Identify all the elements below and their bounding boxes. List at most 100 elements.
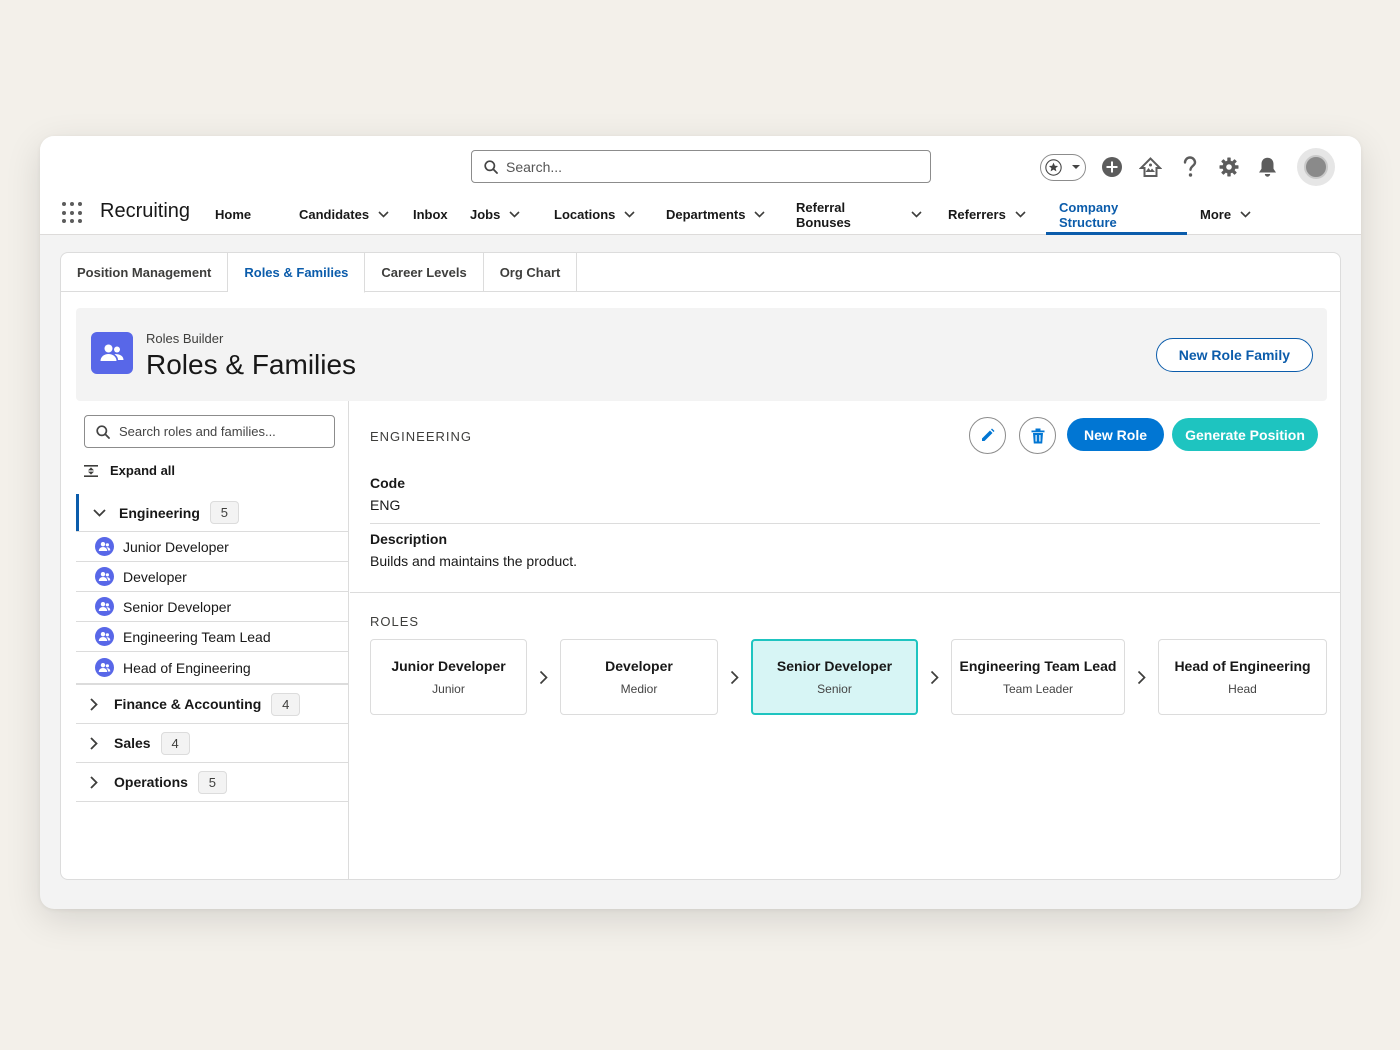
tab-org-chart[interactable]: Org Chart — [484, 253, 578, 292]
role-item-label: Engineering Team Lead — [123, 628, 271, 645]
chevron-down-icon[interactable] — [1240, 211, 1251, 218]
role-item-junior-developer[interactable]: Junior Developer — [76, 532, 349, 562]
chevron-down-icon[interactable] — [624, 211, 635, 218]
page-title: Roles & Families — [146, 349, 357, 380]
trailhead-icon[interactable] — [1137, 154, 1164, 181]
favorites-group[interactable] — [1040, 153, 1086, 181]
nav-item-more[interactable]: More — [1187, 194, 1263, 235]
families-search[interactable] — [84, 415, 335, 448]
star-icon[interactable] — [1045, 158, 1062, 176]
nav-item-departments[interactable]: Departments — [653, 194, 783, 235]
nav-item-company-structure[interactable]: Company Structure — [1046, 194, 1187, 235]
person-icon — [95, 627, 114, 646]
nav-item-candidates[interactable]: Candidates — [286, 194, 400, 235]
chevron-right-icon[interactable] — [79, 697, 109, 711]
chevron-down-icon[interactable] — [911, 211, 922, 218]
role-item-label: Senior Developer — [123, 598, 232, 615]
nav-item-locations[interactable]: Locations — [541, 194, 653, 235]
chevron-down-icon[interactable] — [378, 211, 389, 218]
expand-all-label: Expand all — [110, 463, 176, 478]
page-header: Roles Builder Roles & Families New Role … — [76, 308, 1327, 401]
description-label: Description — [370, 531, 448, 547]
bell-icon[interactable] — [1254, 154, 1281, 181]
nav-item-label: Company Structure — [1059, 199, 1119, 230]
help-icon[interactable] — [1176, 154, 1203, 181]
role-card-title: Head of Engineering — [1174, 658, 1311, 674]
role-card-level: Medior — [620, 682, 658, 696]
nav-item-jobs[interactable]: Jobs — [457, 194, 541, 235]
role-item-developer[interactable]: Developer — [76, 562, 349, 592]
role-card-level: Team Leader — [1002, 682, 1074, 696]
expand-all-button[interactable]: Expand all — [84, 463, 175, 478]
nav-item-label: Candidates — [299, 207, 370, 222]
nav-item-label: Departments — [666, 207, 746, 222]
global-search-input[interactable] — [506, 158, 906, 175]
app-launcher-icon[interactable] — [62, 202, 84, 224]
role-item-engineering-team-lead[interactable]: Engineering Team Lead — [76, 622, 349, 652]
role-card-junior-developer[interactable]: Junior Developer Junior — [370, 639, 527, 715]
header-icons — [1040, 148, 1335, 186]
family-count-badge: 4 — [271, 692, 301, 716]
tab-career-levels[interactable]: Career Levels — [365, 253, 484, 292]
generate-position-button[interactable]: Generate Position — [1172, 418, 1318, 451]
chevron-down-icon[interactable] — [1071, 162, 1081, 172]
tab-roles-and-families[interactable]: Roles & Families — [228, 253, 366, 293]
family-sales[interactable]: Sales 4 — [76, 724, 349, 763]
app-nav: Home Candidates Inbox Jobs Locations Departme… — [202, 194, 1263, 235]
role-item-label: Developer — [123, 568, 187, 585]
role-card-title: Senior Developer — [776, 658, 893, 674]
chevron-right-icon[interactable] — [79, 775, 109, 789]
roles-heading: ROLES — [370, 614, 420, 629]
global-search[interactable] — [471, 150, 931, 183]
role-card-engineering-team-lead[interactable]: Engineering Team Lead Team Leader — [951, 639, 1125, 715]
chevron-right-icon[interactable] — [79, 736, 109, 750]
family-name: Finance & Accounting — [114, 696, 262, 712]
chevron-down-icon[interactable] — [1015, 211, 1026, 218]
nav-item-home[interactable]: Home — [202, 194, 286, 235]
description-value: Builds and maintains the product. — [370, 553, 578, 569]
chevron-down-icon[interactable] — [509, 211, 520, 218]
role-card-senior-developer[interactable]: Senior Developer Senior — [751, 639, 918, 715]
nav-item-inbox[interactable]: Inbox — [400, 194, 457, 235]
family-engineering[interactable]: Engineering 5 — [76, 494, 349, 532]
search-icon — [484, 159, 498, 174]
global-header: Recruiting Home Candidates Inbox Jobs Locati… — [40, 136, 1361, 235]
app-name: Recruiting — [100, 200, 191, 222]
pencil-icon — [980, 428, 995, 443]
family-count-badge: 5 — [209, 501, 239, 524]
role-card-head-of-engineering[interactable]: Head of Engineering Head — [1158, 639, 1327, 715]
trash-icon — [1031, 428, 1045, 444]
family-name: Sales — [114, 735, 151, 751]
family-tree: Engineering 5 Junior Developer Developer Sen… — [76, 494, 349, 802]
nav-item-referral-bonuses[interactable]: Referral Bonuses — [783, 194, 935, 235]
nav-item-label: Locations — [554, 207, 616, 222]
avatar[interactable] — [1297, 148, 1335, 186]
families-search-input[interactable] — [119, 424, 329, 439]
edit-family-button[interactable] — [969, 417, 1006, 454]
family-name: Operations — [114, 774, 188, 790]
family-count-badge: 4 — [160, 731, 190, 755]
role-item-senior-developer[interactable]: Senior Developer — [76, 592, 349, 622]
nav-item-label: Inbox — [413, 207, 448, 222]
new-role-button[interactable]: New Role — [1067, 418, 1164, 451]
person-icon — [95, 597, 114, 616]
role-card-developer[interactable]: Developer Medior — [560, 639, 718, 715]
delete-family-button[interactable] — [1019, 417, 1056, 454]
family-finance-and-accounting[interactable]: Finance & Accounting 4 — [76, 685, 349, 724]
divider — [370, 523, 1320, 524]
gear-icon[interactable] — [1215, 154, 1242, 181]
role-item-head-of-engineering[interactable]: Head of Engineering — [76, 652, 349, 685]
add-icon[interactable] — [1098, 154, 1125, 181]
new-role-family-button[interactable]: New Role Family — [1155, 338, 1313, 372]
tab-position-management[interactable]: Position Management — [61, 253, 229, 292]
family-name: Engineering — [119, 504, 200, 521]
family-operations[interactable]: Operations 5 — [76, 763, 349, 802]
role-card-level: Senior — [817, 682, 852, 696]
nav-item-referrers[interactable]: Referrers — [935, 194, 1046, 235]
search-icon — [96, 424, 110, 439]
chevron-down-icon[interactable] — [754, 211, 766, 218]
role-ladder: Junior Developer Junior Developer Medior Sen… — [370, 639, 1327, 715]
person-icon — [95, 537, 114, 556]
chevron-down-icon[interactable] — [84, 508, 114, 517]
page-eyebrow: Roles Builder — [146, 331, 224, 346]
